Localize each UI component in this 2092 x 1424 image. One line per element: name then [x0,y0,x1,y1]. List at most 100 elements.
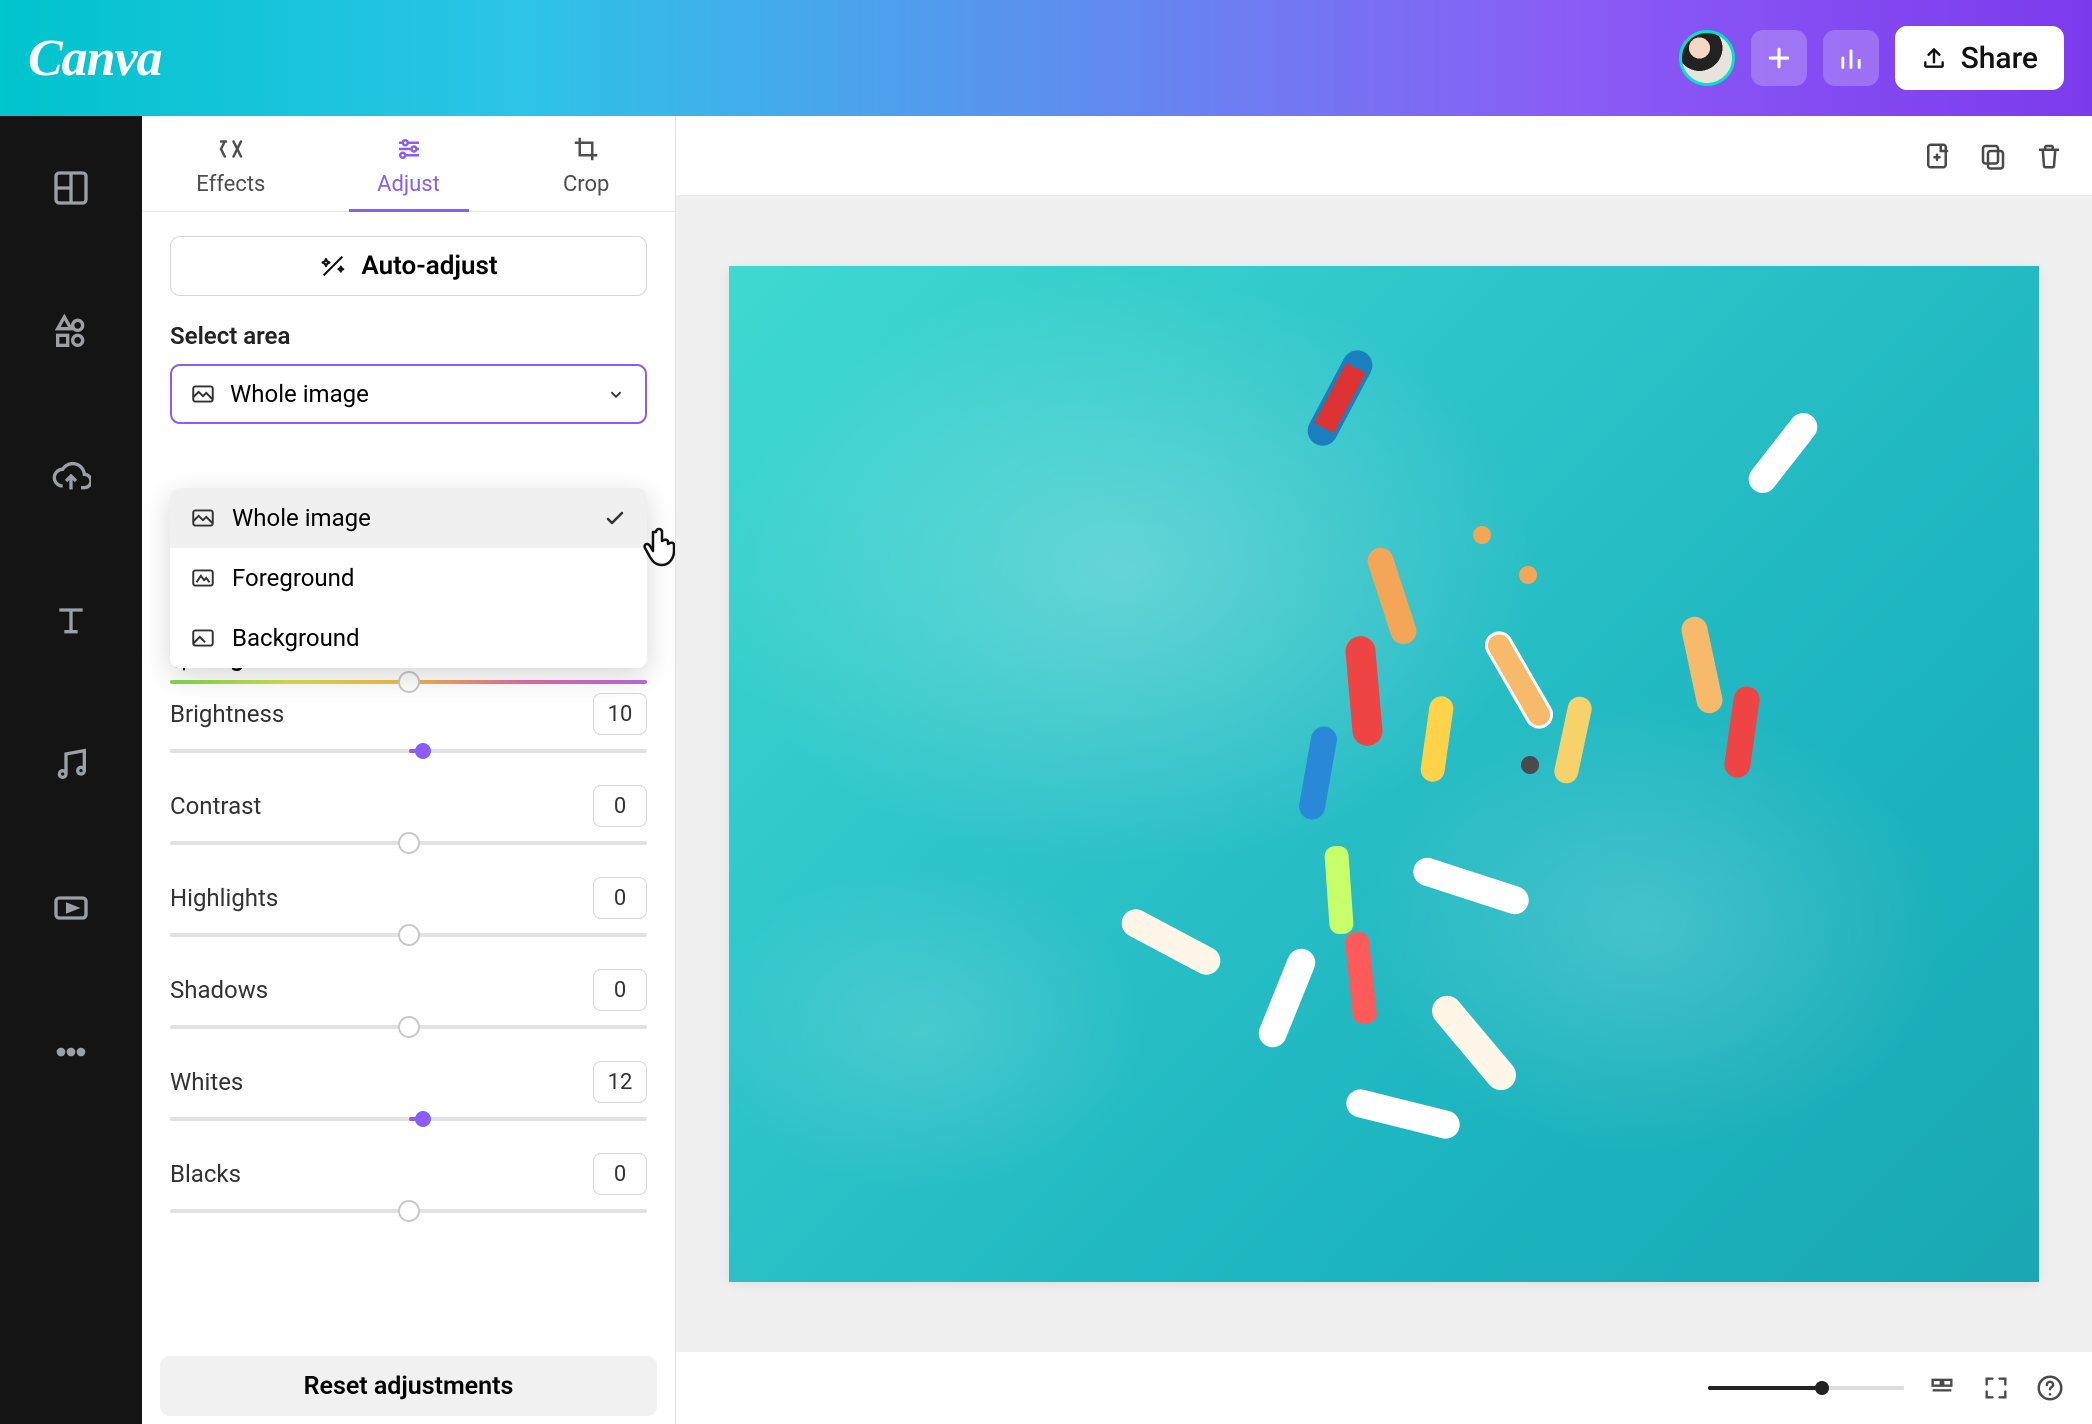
rail-templates[interactable] [49,166,93,210]
canvas-toolbar [676,116,2092,196]
slider-track[interactable] [170,841,647,845]
insights-button[interactable] [1823,30,1879,86]
adjust-panel: Effects Adjust Crop Auto-adjust Select a… [142,116,676,1424]
slider-whites: Whites 12 [170,1061,647,1121]
duplicate-page-button[interactable] [1976,139,2010,173]
more-icon [51,1032,91,1072]
rail-audio[interactable] [49,742,93,786]
add-page-button[interactable] [1920,139,1954,173]
tab-label: Crop [563,172,609,197]
help-button[interactable] [2034,1372,2066,1404]
crop-icon [571,134,601,164]
option-label: Foreground [232,564,354,592]
slider-label: Brightness [170,700,284,728]
duplicate-icon [1978,141,2008,171]
slider-track[interactable] [170,1117,647,1121]
music-icon [51,744,91,784]
video-icon [51,888,91,928]
plus-icon [1764,43,1794,73]
rail-videos[interactable] [49,886,93,930]
tab-crop[interactable]: Crop [497,116,675,211]
add-page-icon [1922,141,1952,171]
slider-highlights: Highlights 0 [170,877,647,937]
rail-uploads[interactable] [49,454,93,498]
slider-label: Blacks [170,1160,241,1188]
text-icon [51,600,91,640]
check-icon [603,506,627,530]
slider-track[interactable] [170,749,647,753]
slider-value-input[interactable]: 12 [593,1061,647,1103]
fullscreen-icon [1982,1374,2010,1402]
sliders-icon [394,134,424,164]
slider-value-input[interactable]: 0 [593,969,647,1011]
slider-track[interactable] [170,1025,647,1029]
trash-icon [2034,141,2064,171]
cloud-upload-icon [51,456,91,496]
slider-value-input[interactable]: 10 [593,693,647,735]
slider-contrast: Contrast 0 [170,785,647,845]
tab-adjust[interactable]: Adjust [320,116,498,211]
slider-value-input[interactable]: 0 [593,877,647,919]
delete-page-button[interactable] [2032,139,2066,173]
slider-brightness: Brightness 10 [170,693,647,753]
select-area-label: Select area [170,322,647,350]
slider-label: Shadows [170,976,268,1004]
share-button[interactable]: Share [1895,26,2064,90]
select-area-menu: Whole image Foreground Background [170,488,647,668]
background-icon [190,625,216,651]
dropdown-option-foreground[interactable]: Foreground [170,548,647,608]
add-button[interactable] [1751,30,1807,86]
image-icon [190,505,216,531]
dropdown-option-background[interactable]: Background [170,608,647,668]
canva-logo[interactable]: Canva [28,29,162,88]
reset-area: Reset adjustments [142,1346,675,1424]
tab-label: Adjust [377,172,440,197]
slider-value-input[interactable]: 0 [593,1153,647,1195]
canvas-area [676,116,2092,1424]
slider-track[interactable] [170,1209,647,1213]
white-balance-slider[interactable] [170,680,647,684]
auto-adjust-label: Auto-adjust [361,251,497,281]
select-area-dropdown[interactable]: Whole image [170,364,647,424]
upload-icon [1921,45,1947,71]
select-area-value: Whole image [230,380,369,408]
slider-shadows: Shadows 0 [170,969,647,1029]
tab-label: Effects [196,172,265,197]
layout-icon [51,168,91,208]
option-label: Background [232,624,360,652]
grid-icon [1928,1374,1956,1402]
panel-tabs: Effects Adjust Crop [142,116,675,212]
option-label: Whole image [232,504,371,532]
rail-text[interactable] [49,598,93,642]
tab-effects[interactable]: Effects [142,116,320,211]
magic-icon [319,252,347,280]
reset-label: Reset adjustments [304,1372,514,1401]
grid-view-button[interactable] [1926,1372,1958,1404]
app-header: Canva Share [0,0,2092,116]
bottom-bar [676,1352,2092,1424]
slider-label: Highlights [170,884,278,912]
slider-blacks: Blacks 0 [170,1153,647,1213]
dropdown-option-whole-image[interactable]: Whole image [170,488,647,548]
chevron-down-icon [605,383,627,405]
reset-adjustments-button[interactable]: Reset adjustments [160,1356,657,1416]
side-rail [0,116,142,1424]
rail-more[interactable] [49,1030,93,1074]
fx-icon [216,134,246,164]
rail-elements[interactable] [49,310,93,354]
canvas-image[interactable] [729,266,2039,1282]
cursor-pointer-icon [640,524,675,572]
fullscreen-button[interactable] [1980,1372,2012,1404]
slider-value-input[interactable]: 0 [593,785,647,827]
zoom-slider[interactable] [1708,1386,1904,1390]
help-icon [2035,1373,2065,1403]
bar-chart-icon [1837,44,1865,72]
user-avatar[interactable] [1679,30,1735,86]
image-icon [190,381,216,407]
auto-adjust-button[interactable]: Auto-adjust [170,236,647,296]
shapes-icon [51,312,91,352]
slider-label: Contrast [170,792,261,820]
foreground-icon [190,565,216,591]
slider-track[interactable] [170,933,647,937]
slider-label: Whites [170,1068,243,1096]
